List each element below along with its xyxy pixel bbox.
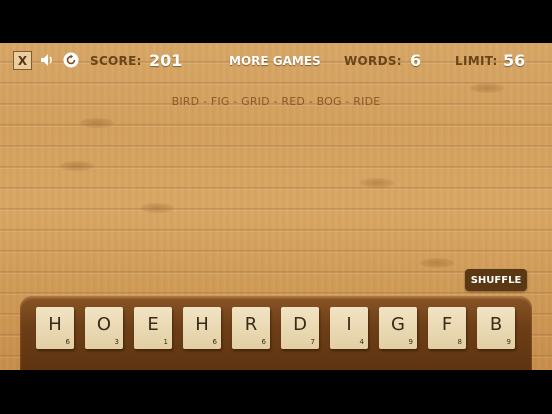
wood-knot xyxy=(420,258,454,268)
letter-tile[interactable]: G9 xyxy=(379,307,417,349)
wood-knot xyxy=(140,203,174,213)
letter-tiles: H6 O3 E1 H6 R6 D7 I4 G9 F8 B9 xyxy=(36,307,516,353)
score-value: 201 xyxy=(149,51,183,70)
tile-points: 9 xyxy=(506,338,511,346)
letter-tile[interactable]: I4 xyxy=(330,307,368,349)
tile-points: 6 xyxy=(212,338,217,346)
tile-letter: B xyxy=(489,314,503,335)
tile-points: 4 xyxy=(359,338,364,346)
tile-letter: E xyxy=(147,314,159,335)
words-value: 6 xyxy=(410,51,422,70)
letter-tile[interactable]: B9 xyxy=(477,307,515,349)
tile-letter: F xyxy=(441,314,453,335)
score-label: SCORE: xyxy=(90,54,142,68)
words-label: WORDS: xyxy=(344,54,402,68)
limit-value: 56 xyxy=(503,51,526,70)
tile-letter: I xyxy=(346,314,352,335)
tile-letter: O xyxy=(96,314,112,335)
tile-points: 3 xyxy=(114,338,119,346)
letter-tile[interactable]: O3 xyxy=(85,307,123,349)
shuffle-button[interactable]: SHUFFLE xyxy=(465,269,527,291)
tile-letter: R xyxy=(244,314,258,335)
letter-tile[interactable]: H6 xyxy=(36,307,74,349)
tile-letter: H xyxy=(48,314,62,335)
close-button[interactable]: X xyxy=(13,51,32,70)
wood-knot xyxy=(470,83,504,93)
letter-tile[interactable]: F8 xyxy=(428,307,466,349)
letter-tile[interactable]: R6 xyxy=(232,307,270,349)
hud-bar: X SCORE: 201 MORE GAMES WORDS: 6 LIMIT: … xyxy=(0,43,552,79)
wood-knot xyxy=(60,161,94,171)
found-words-list: BIRD - FIG - GRID - RED - BOG - RIDE xyxy=(171,95,381,108)
tile-points: 6 xyxy=(261,338,266,346)
tile-letter: D xyxy=(293,314,307,335)
tile-letter: H xyxy=(195,314,209,335)
restart-icon[interactable] xyxy=(62,51,80,69)
tile-points: 1 xyxy=(163,338,168,346)
tile-points: 6 xyxy=(65,338,70,346)
wood-knot xyxy=(80,118,114,128)
letter-tile[interactable]: D7 xyxy=(281,307,319,349)
letter-tile[interactable]: H6 xyxy=(183,307,221,349)
wood-knot xyxy=(360,178,394,188)
tile-letter: G xyxy=(391,314,405,335)
tile-points: 9 xyxy=(408,338,413,346)
letter-tile[interactable]: E1 xyxy=(134,307,172,349)
limit-label: LIMIT: xyxy=(455,54,498,68)
tile-points: 7 xyxy=(310,338,315,346)
more-games-link[interactable]: MORE GAMES xyxy=(229,54,321,68)
game-board: X SCORE: 201 MORE GAMES WORDS: 6 LIMIT: … xyxy=(0,43,552,370)
speaker-icon[interactable] xyxy=(38,51,56,69)
tile-points: 8 xyxy=(457,338,462,346)
